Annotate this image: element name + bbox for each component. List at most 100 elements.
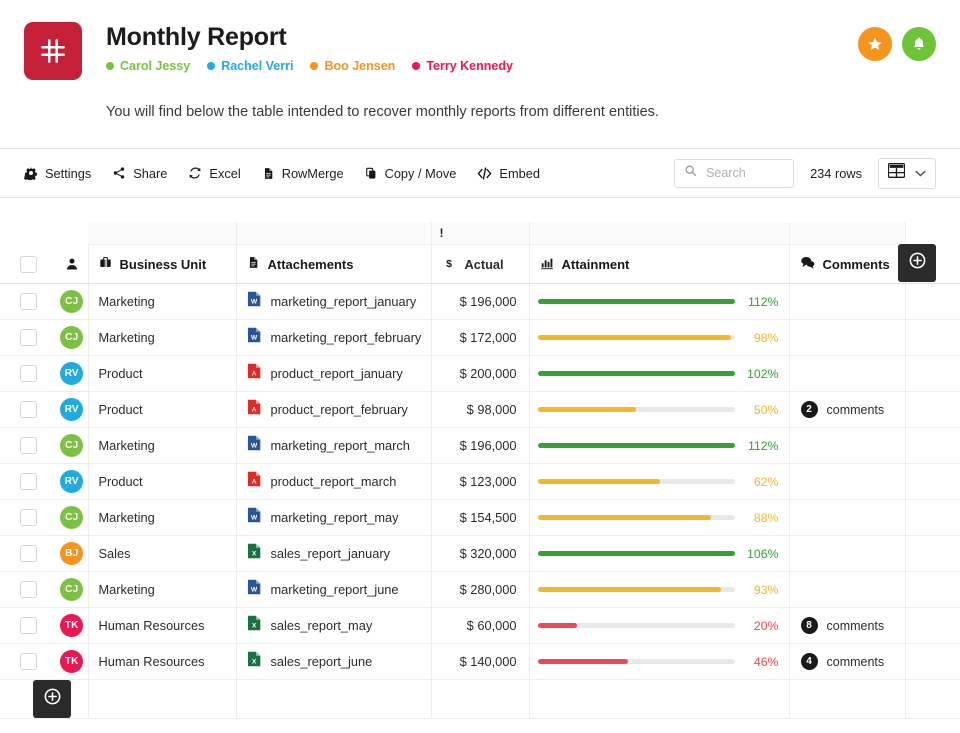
row-select-cell[interactable] [0,643,56,681]
table-row[interactable]: CJ Marketing Wmarketing_report_march $ 196,… [0,427,960,465]
comment-count-badge[interactable]: 2 [800,401,818,419]
cell-attainment[interactable]: 106% [529,535,790,573]
row-select-cell[interactable] [0,535,56,573]
cell-attainment[interactable]: 102% [529,355,790,393]
row-checkbox[interactable] [19,653,37,671]
cell-business-unit[interactable]: Marketing [88,427,237,465]
cell-attainment[interactable]: 62% [529,463,790,501]
cell-attachement[interactable]: Wmarketing_report_march [236,427,432,465]
cell-attachement[interactable]: Xsales_report_may [236,607,432,645]
row-owner-cell[interactable]: RV [56,355,89,393]
toolbar-embed-button[interactable]: Embed [477,166,540,181]
notifications-button[interactable] [902,27,936,61]
attachement-name[interactable]: product_report_march [271,474,397,489]
row-owner-cell[interactable]: CJ [56,499,89,537]
row-checkbox[interactable] [19,509,37,527]
attachement-name[interactable]: product_report_february [271,402,408,417]
add-row-cell[interactable] [0,679,89,720]
add-column-button[interactable] [898,244,936,283]
comment-count-badge[interactable]: 8 [800,617,818,635]
cell-comments[interactable] [789,571,906,609]
cell-attachement[interactable]: Xsales_report_january [236,535,432,573]
cell-attachement[interactable]: Aproduct_report_march [236,463,432,501]
cell-actual[interactable]: $ 320,000 [431,535,530,573]
cell-attachement[interactable]: Wmarketing_report_january [236,283,432,321]
row-owner-cell[interactable]: TK [56,607,89,645]
band-group-attainment[interactable] [529,222,790,246]
cell-actual[interactable]: $ 196,000 [431,427,530,465]
band-group-business-unit[interactable] [88,222,237,246]
cell-business-unit[interactable]: Marketing [88,283,237,321]
row-owner-cell[interactable]: BJ [56,535,89,573]
row-owner-cell[interactable]: CJ [56,427,89,465]
cell-business-unit[interactable]: Product [88,463,237,501]
footer-cell-business-unit[interactable] [88,679,237,720]
footer-cell-attachement[interactable] [236,679,432,720]
cell-comments[interactable] [789,535,906,573]
toolbar-rowmerge-button[interactable]: RowMerge [262,166,344,181]
cell-comments[interactable]: 2 comments [789,391,906,429]
cell-comments[interactable] [789,319,906,357]
table-row[interactable]: CJ Marketing Wmarketing_report_may $ 154,50… [0,499,960,537]
table-row[interactable]: TK Human Resources Xsales_report_june $ 140… [0,643,960,681]
cell-actual[interactable]: $ 140,000 [431,643,530,681]
row-checkbox[interactable] [19,293,37,311]
cell-attainment[interactable]: 46% [529,643,790,681]
row-select-cell[interactable] [0,499,56,537]
row-select-cell[interactable] [0,319,56,357]
cell-attainment[interactable]: 20% [529,607,790,645]
column-header-attain[interactable]: Attainment [529,244,790,285]
cell-actual[interactable]: $ 172,000 [431,319,530,357]
cell-actual[interactable]: $ 200,000 [431,355,530,393]
cell-business-unit[interactable]: Product [88,355,237,393]
table-row[interactable]: CJ Marketing Wmarketing_report_january $ 19… [0,283,960,321]
search-box[interactable] [674,158,795,188]
row-owner-cell[interactable]: CJ [56,283,89,321]
select-all-checkbox[interactable] [19,255,37,273]
header-select-all-cell[interactable] [0,244,56,285]
row-owner-cell[interactable]: TK [56,643,89,681]
add-row-button[interactable] [33,680,71,719]
cell-actual[interactable]: $ 123,000 [431,463,530,501]
member-chip[interactable]: Carol Jessy [106,59,190,73]
cell-attachement[interactable]: Wmarketing_report_may [236,499,432,537]
row-checkbox[interactable] [19,401,37,419]
cell-actual[interactable]: $ 60,000 [431,607,530,645]
row-checkbox[interactable] [19,617,37,635]
row-select-cell[interactable] [0,463,56,501]
cell-attainment[interactable]: 112% [529,427,790,465]
table-row[interactable]: BJ Sales Xsales_report_january $ 320,000 106… [0,535,960,573]
row-checkbox[interactable] [19,581,37,599]
cell-business-unit[interactable]: Sales [88,535,237,573]
row-select-cell[interactable] [0,571,56,609]
row-select-cell[interactable] [0,283,56,321]
cell-attachement[interactable]: Aproduct_report_february [236,391,432,429]
cell-attainment[interactable]: 88% [529,499,790,537]
cell-business-unit[interactable]: Marketing [88,319,237,357]
view-selector-button[interactable] [878,157,936,189]
cell-comments[interactable] [789,283,906,321]
attachement-name[interactable]: marketing_report_march [271,438,410,453]
cell-actual[interactable]: $ 154,500 [431,499,530,537]
attachement-name[interactable]: sales_report_june [271,654,373,669]
cell-business-unit[interactable]: Marketing [88,499,237,537]
row-checkbox[interactable] [19,545,37,563]
table-row[interactable]: CJ Marketing Wmarketing_report_june $ 280,0… [0,571,960,609]
cell-attachement[interactable]: Wmarketing_report_february [236,319,432,357]
cell-actual[interactable]: $ 98,000 [431,391,530,429]
row-select-cell[interactable] [0,607,56,645]
attachement-name[interactable]: marketing_report_january [271,294,417,309]
cell-comments[interactable]: 8 comments [789,607,906,645]
row-owner-cell[interactable]: RV [56,463,89,501]
comment-count-badge[interactable]: 4 [800,653,818,671]
cell-comments[interactable] [789,427,906,465]
footer-cell-comments[interactable] [789,679,906,720]
cell-business-unit[interactable]: Marketing [88,571,237,609]
cell-attainment[interactable]: 98% [529,319,790,357]
cell-comments[interactable] [789,355,906,393]
cell-attachement[interactable]: Aproduct_report_january [236,355,432,393]
cell-business-unit[interactable]: Product [88,391,237,429]
row-checkbox[interactable] [19,437,37,455]
cell-actual[interactable]: $ 196,000 [431,283,530,321]
cell-attachement[interactable]: Xsales_report_june [236,643,432,681]
